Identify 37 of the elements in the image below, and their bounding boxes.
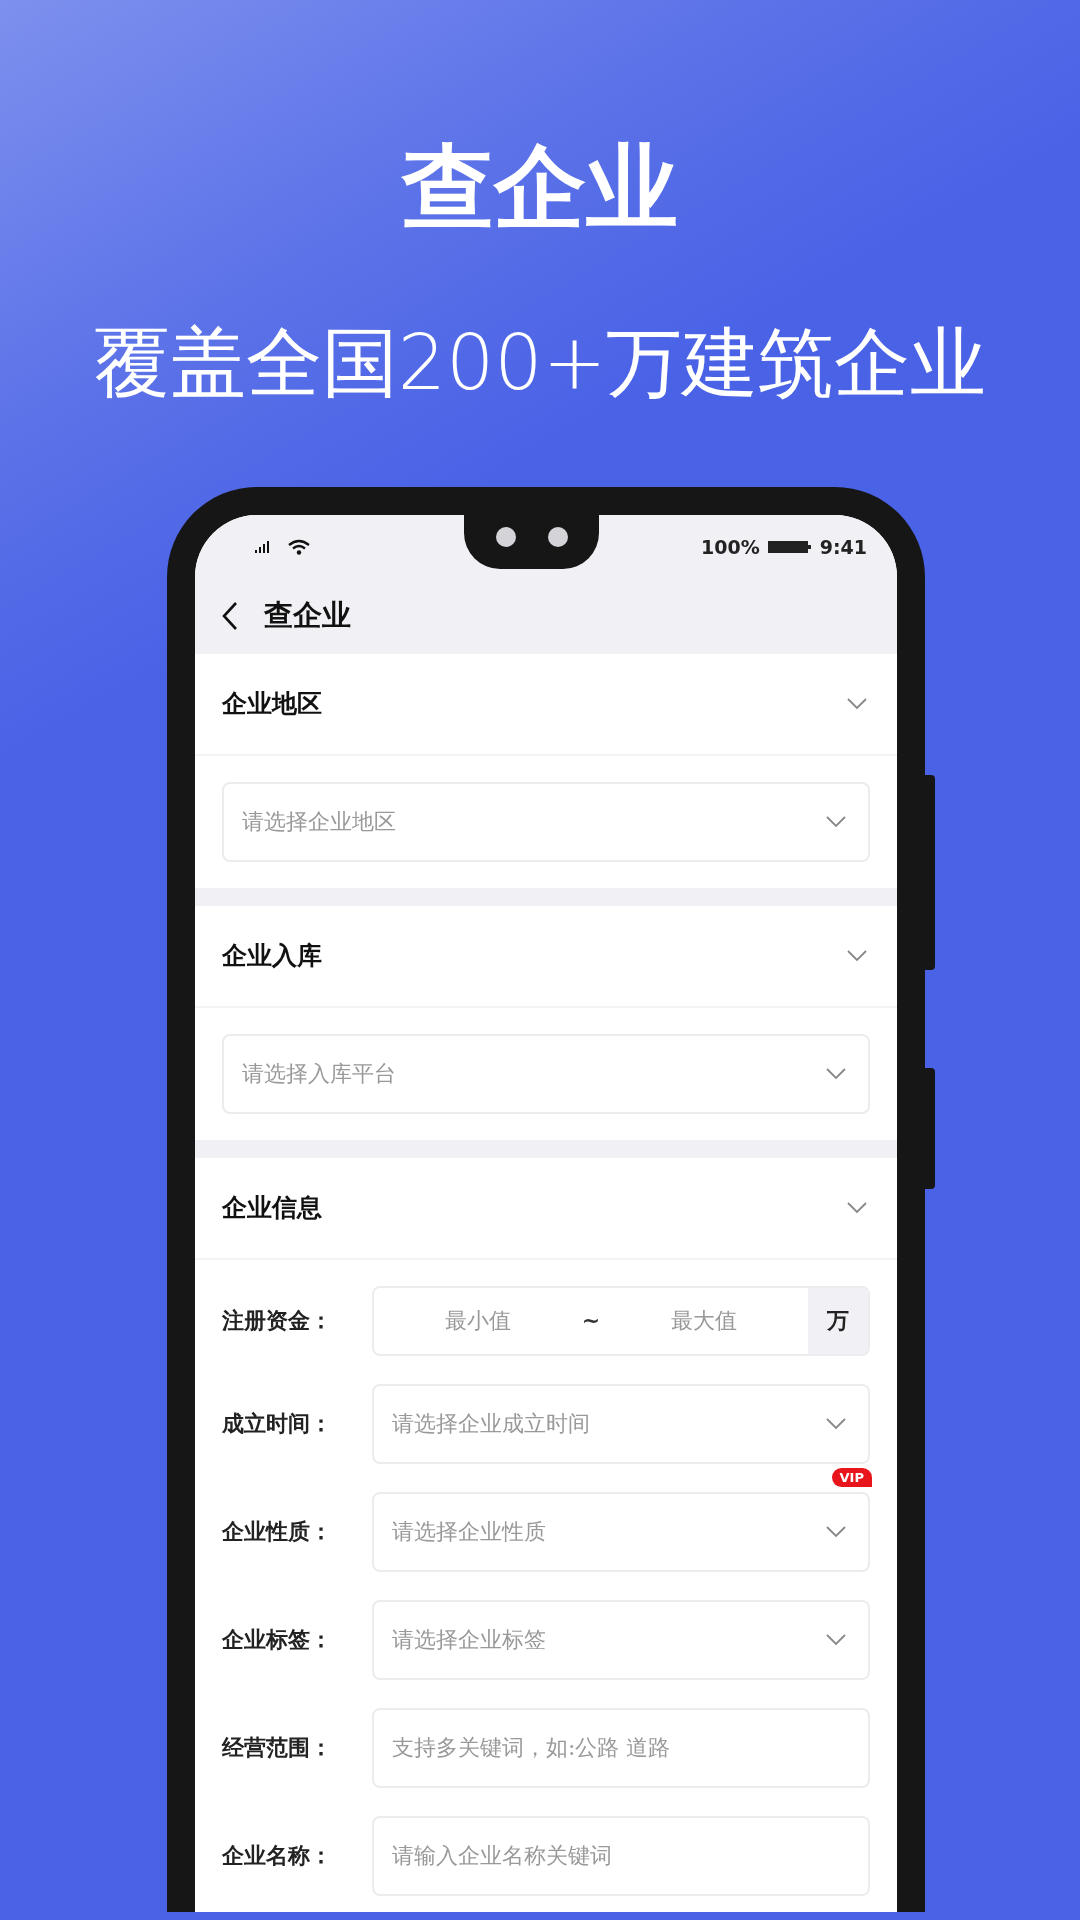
page-title: 查企业 [264, 597, 351, 635]
chevron-down-icon [847, 697, 867, 710]
battery-percentage: 100% [701, 535, 760, 558]
unit-label: 万 [808, 1287, 868, 1354]
chevron-down-icon [847, 949, 867, 962]
field-label: 经营范围： [222, 1732, 333, 1762]
vip-badge: VIP [831, 1467, 872, 1487]
select-field[interactable]: 请选择企业地区 [222, 781, 870, 862]
chevron-down-icon [826, 1525, 846, 1538]
select-field[interactable]: 请选择企业成立时间 [372, 1383, 870, 1464]
chevron-down-icon [847, 1201, 867, 1214]
max-input[interactable]: 最大值 [600, 1307, 808, 1335]
section-header[interactable]: 企业入库 [195, 905, 897, 1008]
range-separator: ~ [581, 1308, 601, 1334]
select-field[interactable]: 请选择企业性质 [372, 1491, 870, 1572]
chevron-down-icon [826, 815, 846, 828]
input-field[interactable]: 请输入企业名称关键词 [372, 1815, 870, 1896]
section-header[interactable]: 企业信息 [195, 1157, 897, 1260]
battery-icon [767, 539, 812, 554]
chevron-down-icon [826, 1417, 846, 1430]
back-icon[interactable] [222, 601, 238, 632]
field-label: 成立时间： [222, 1408, 333, 1438]
field-label: 企业性质： [222, 1516, 333, 1546]
field-label: 企业标签： [222, 1624, 333, 1654]
section-header[interactable]: 企业地区 [195, 653, 897, 756]
chevron-down-icon [826, 1633, 846, 1646]
chevron-down-icon [826, 1067, 846, 1080]
subheadline: 覆盖全国200+万建筑企业 [92, 317, 988, 409]
input-field[interactable]: 支持多关键词，如:公路 道路 [372, 1707, 870, 1788]
field-label: 注册资金： [222, 1305, 333, 1335]
select-field[interactable]: 请选择入库平台 [222, 1033, 870, 1114]
clock: 9:41 [819, 535, 867, 558]
headline: 查企业 [400, 133, 679, 243]
min-input[interactable]: 最小值 [374, 1307, 582, 1335]
field-label: 企业名称： [222, 1840, 333, 1870]
wifi-icon [287, 538, 311, 555]
select-field[interactable]: 请选择企业标签 [372, 1599, 870, 1680]
